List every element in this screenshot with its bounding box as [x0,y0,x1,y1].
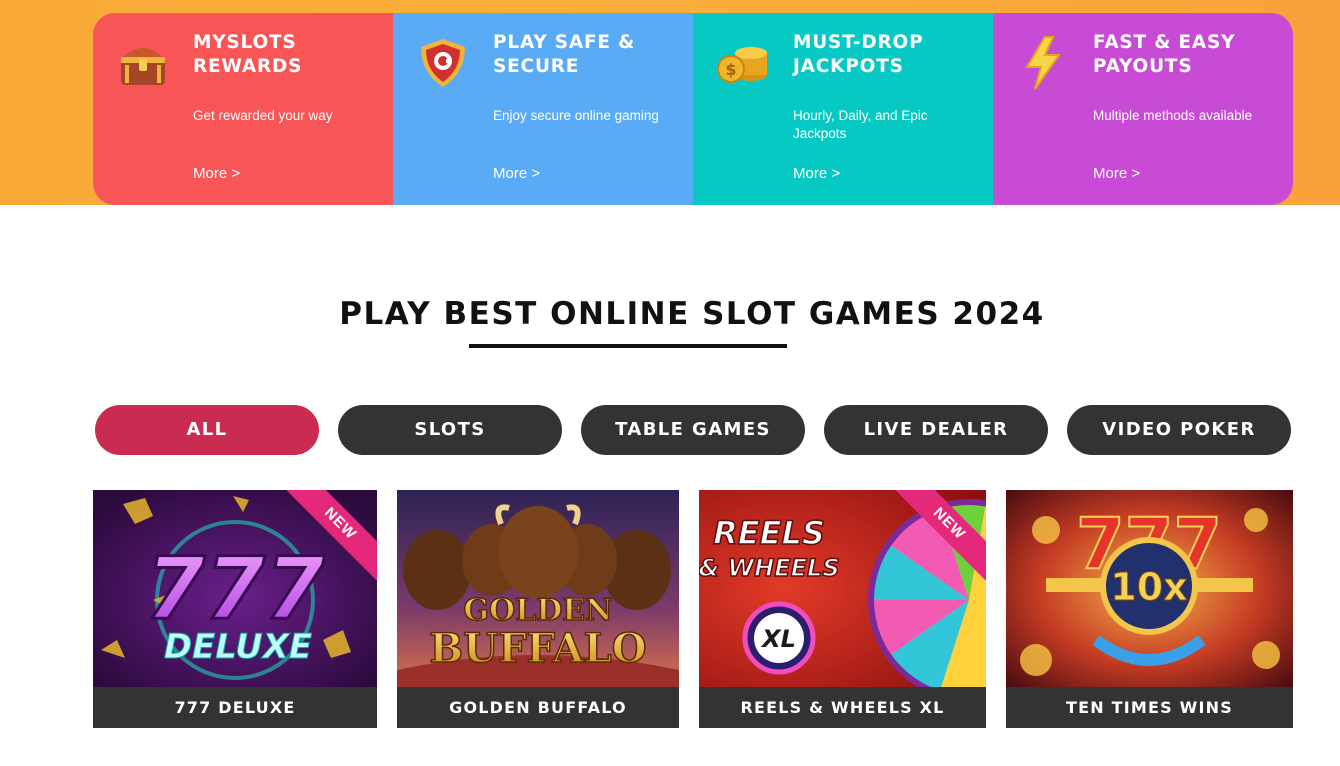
feature-more-link[interactable]: More > [1093,165,1140,182]
feature-card-payouts[interactable]: FAST & EASY PAYOUTS Multiple methods ava… [993,13,1293,205]
feature-more-link[interactable]: More > [793,165,840,182]
feature-more-link[interactable]: More > [493,165,540,182]
svg-text:$: $ [725,60,736,79]
tab-live-dealer[interactable]: LIVE DEALER [824,405,1048,455]
game-tile-777-deluxe[interactable]: 777 DELUXE NEW 777 DELUXE [93,490,377,728]
game-title[interactable]: GOLDEN BUFFALO [397,687,679,728]
game-art-subtitle: & WHEELS [699,554,840,582]
game-thumbnail[interactable]: 777 10x [1006,490,1293,687]
game-art-badge: XL [760,625,796,653]
tab-slots[interactable]: SLOTS [338,405,562,455]
game-tile-reels-wheels-xl[interactable]: REELS & WHEELS XL NEW REELS & WHEELS XL [699,490,986,728]
game-title[interactable]: 777 DELUXE [93,687,377,728]
feature-more-link[interactable]: More > [193,165,240,182]
game-tile-golden-buffalo[interactable]: GOLDEN BUFFALO GOLDEN BUFFALO [397,490,679,728]
feature-description: Get rewarded your way [193,108,333,123]
game-art-subtitle: DELUXE [164,627,312,667]
game-tile-ten-times-wins[interactable]: 777 10x TEN TIMES WINS [1006,490,1293,728]
tab-table-games[interactable]: TABLE GAMES [581,405,805,455]
game-thumbnail[interactable]: REELS & WHEELS XL NEW [699,490,986,687]
lightning-icon [1025,36,1061,90]
category-tabs: ALL SLOTS TABLE GAMES LIVE DEALER VIDEO … [95,405,1291,455]
feature-card-secure[interactable]: PLAY SAFE & SECURE Enjoy secure online g… [393,13,693,205]
new-badge: NEW [287,490,377,580]
feature-title: MUST-DROP JACKPOTS [793,32,924,77]
feature-description: Hourly, Daily, and Epic Jackpots [793,108,928,141]
feature-description: Enjoy secure online gaming [493,108,659,123]
game-art-subtitle: BUFFALO [429,625,646,672]
tab-all[interactable]: ALL [95,405,319,455]
game-art-title: REELS [713,514,825,552]
feature-cards: MYSLOTS REWARDS Get rewarded your way Mo… [93,13,1293,205]
feature-card-rewards[interactable]: MYSLOTS REWARDS Get rewarded your way Mo… [93,13,393,205]
game-thumbnail[interactable]: GOLDEN BUFFALO [397,490,679,687]
feature-card-jackpots[interactable]: $ MUST-DROP JACKPOTS Hourly, Daily, and … [693,13,993,205]
game-title[interactable]: TEN TIMES WINS [1006,687,1293,728]
game-title[interactable]: REELS & WHEELS XL [699,687,986,728]
coin-stack-icon: $ [717,47,767,83]
section-title: PLAY BEST ONLINE SLOT GAMES 2024 [339,296,1045,332]
feature-title: MYSLOTS REWARDS [193,32,303,77]
tab-video-poker[interactable]: VIDEO POKER [1067,405,1291,455]
game-art-title: GOLDEN [463,593,612,628]
shield-icon [421,39,465,87]
feature-title: PLAY SAFE & SECURE [493,32,636,77]
feature-description: Multiple methods available [1093,108,1253,123]
game-art-title: 10x [1110,565,1187,609]
treasure-chest-icon [121,48,165,85]
title-underline [469,344,787,348]
feature-title: FAST & EASY PAYOUTS [1093,32,1236,77]
game-thumbnail[interactable]: 777 DELUXE NEW [93,490,377,687]
new-badge: NEW [896,490,986,580]
